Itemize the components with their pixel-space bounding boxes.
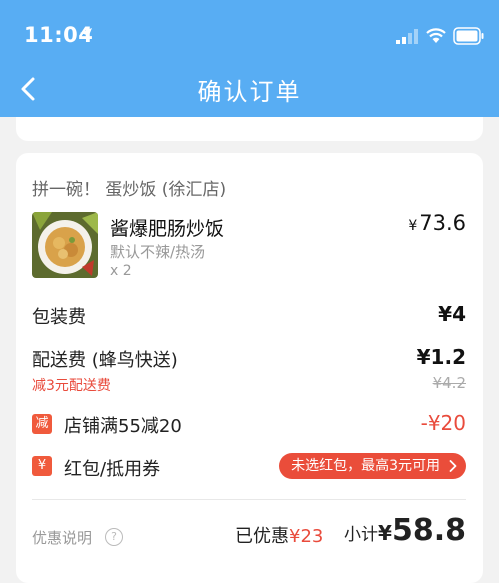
delivery-fee-value: ¥1.2 [416, 345, 466, 369]
saved-amount: ¥23 [289, 526, 324, 547]
item-name: 酱爆肥肠炒饭 [110, 218, 225, 240]
packaging-fee-value: ¥4 [438, 302, 466, 326]
shop-promo-value: -¥20 [420, 411, 466, 435]
delivery-discount-note: 减3元配送费 [32, 378, 111, 394]
wifi-icon [426, 28, 446, 43]
delivery-original-price: ¥4.2 [432, 374, 466, 392]
nav-header: 11:04 确认订单 [0, 0, 499, 117]
divider [32, 499, 466, 500]
subtotal: 小计¥58.8 [344, 513, 466, 548]
food-thumbnail [32, 212, 98, 278]
previous-card-edge [16, 117, 483, 141]
item-price-currency: ¥ [408, 218, 418, 234]
item-price: ¥73.6 [408, 211, 466, 235]
coupon-tag-icon: ¥ [32, 456, 52, 476]
status-bar: 11:04 [0, 0, 499, 64]
location-arrow-icon [80, 28, 92, 40]
coupon-label: 红包/抵用券 [64, 459, 161, 480]
discount-tag-icon: 减 [32, 414, 52, 434]
coupon-pill-text: 未选红包，最高3元可用 [291, 458, 440, 474]
shop-name[interactable]: 拼一碗！ 蛋炒饭 (徐汇店) [32, 175, 226, 200]
battery-icon [453, 27, 484, 45]
packaging-fee-label: 包装费 [32, 307, 86, 328]
saved-summary: 已优惠¥23 [235, 522, 323, 548]
subtotal-amount: 58.8 [391, 513, 466, 548]
order-card: 拼一碗！ 蛋炒饭 (徐汇店) 酱爆肥肠炒饭 默认不辣/热汤 x 2 ¥73.6 … [16, 153, 483, 583]
signal-icon [396, 29, 418, 44]
delivery-fee-label: 配送费 (蜂鸟快送) [32, 350, 178, 371]
item-quantity: x 2 [110, 263, 132, 279]
item-price-amount: 73.6 [419, 211, 466, 235]
coupon-select-button[interactable]: 未选红包，最高3元可用 [279, 453, 466, 479]
chevron-right-icon [449, 460, 457, 472]
item-spec: 默认不辣/热汤 [110, 243, 206, 261]
page-title: 确认订单 [197, 78, 302, 106]
subtotal-label: 小计 [344, 525, 379, 545]
shop-promo-label: 店铺满55减20 [64, 416, 182, 437]
promo-help-link[interactable]: 优惠说明 [32, 527, 92, 548]
help-icon[interactable]: ? [105, 528, 123, 546]
saved-label: 已优惠 [235, 526, 289, 547]
subtotal-currency: ¥ [378, 521, 392, 545]
